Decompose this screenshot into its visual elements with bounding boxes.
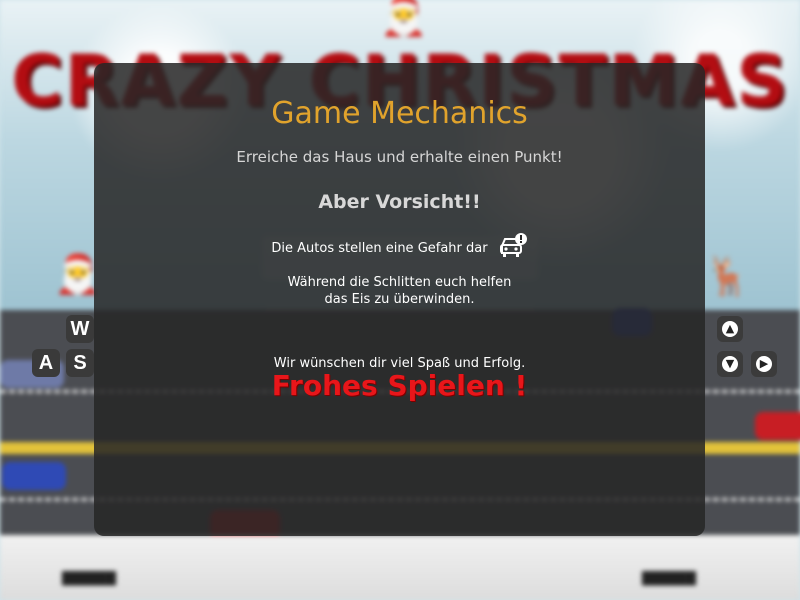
score-right: ▇▇▇▇▇ <box>642 570 696 586</box>
goal-text: Erreiche das Haus und erhalte einen Punk… <box>236 148 563 166</box>
warning-text: Aber Vorsicht!! <box>318 191 481 213</box>
score-left: ▇▇▇▇▇ <box>62 570 116 586</box>
game-mechanics-dialog[interactable]: Game Mechanics Erreiche das Haus und erh… <box>94 63 705 536</box>
arrow-up-icon: ▲ <box>717 316 743 342</box>
car <box>2 462 66 490</box>
cars-danger-row: Die Autos stellen eine Gefahr dar <box>94 232 705 264</box>
key-left-a: A <box>32 349 60 377</box>
arrow-right-icon: ▶ <box>751 351 777 377</box>
key-up-w: W <box>66 315 94 343</box>
reindeer-player-icon: 🦌 <box>704 254 752 298</box>
car-warning-icon <box>498 232 528 264</box>
arrow-down-icon: ▼ <box>717 351 743 377</box>
sleds-text-line1: Während die Schlitten euch helfen <box>287 275 512 290</box>
sidewalk <box>0 535 800 600</box>
cars-danger-text: Die Autos stellen eine Gefahr dar <box>271 240 488 256</box>
sleds-text-line2: das Eis zu überwinden. <box>324 292 475 307</box>
happy-playing-banner: Frohes Spielen ! <box>271 369 528 402</box>
santa-top-icon: 🎅 <box>380 0 428 38</box>
dialog-title: Game Mechanics <box>271 96 528 131</box>
car <box>755 412 800 440</box>
key-down-s: S <box>66 349 94 377</box>
